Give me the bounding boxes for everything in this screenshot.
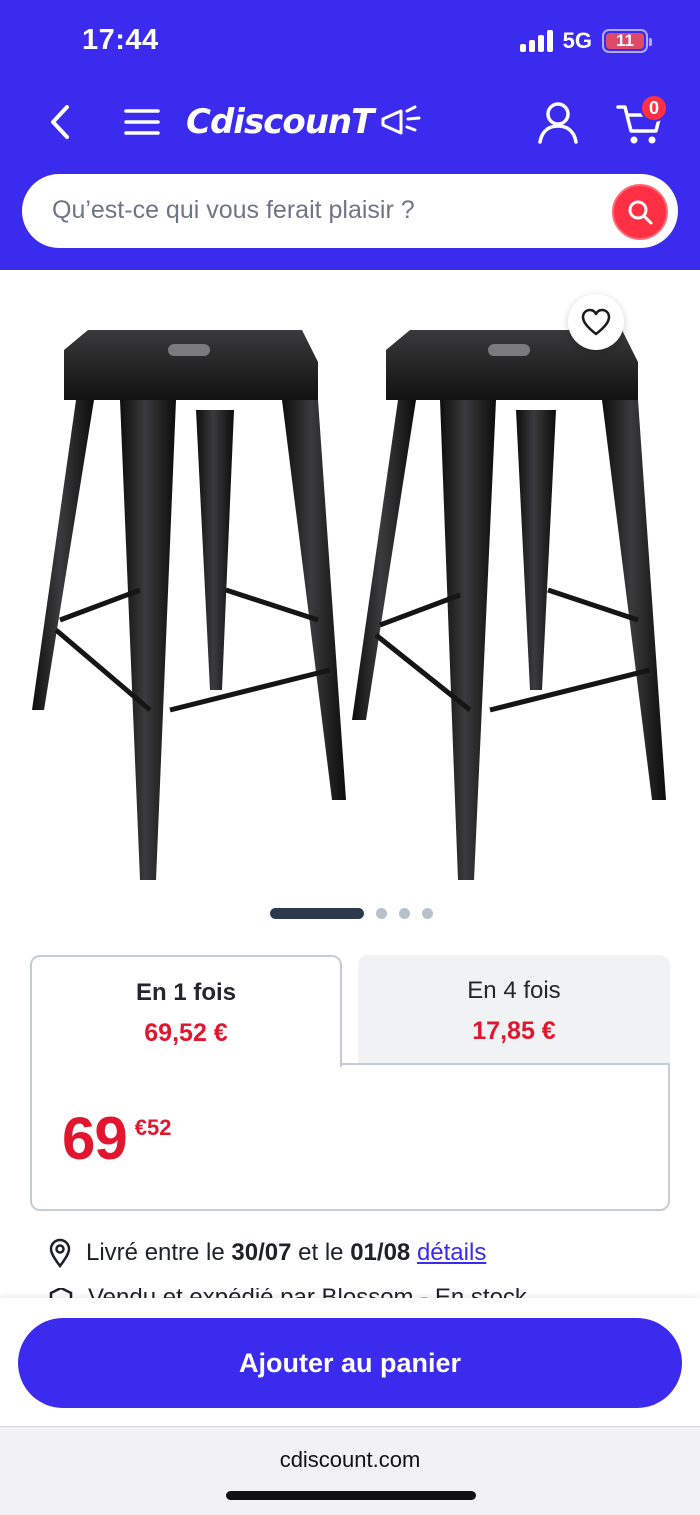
- battery-icon: 11: [602, 29, 652, 53]
- carousel-indicators: [270, 908, 433, 919]
- cart-button[interactable]: 0: [612, 94, 668, 150]
- hamburger-icon: [124, 109, 160, 135]
- delivery-prefix: Livré entre le: [86, 1239, 225, 1266]
- add-to-cart-button[interactable]: Ajouter au panier: [18, 1318, 682, 1408]
- delivery-middle: et le: [298, 1239, 344, 1266]
- megaphone-icon: [381, 105, 421, 135]
- user-icon: [538, 102, 578, 144]
- search-input[interactable]: Qu’est-ce qui vous ferait plaisir ?: [52, 196, 415, 225]
- delivery-info: Livré entre le 30/07 et le 01/08 détails: [48, 1238, 486, 1268]
- carousel-dot[interactable]: [376, 908, 387, 919]
- browser-bar: cdiscount.com: [0, 1426, 700, 1515]
- payment-options: En 1 fois 69,52 € En 4 fois 17,85 € 69 €…: [30, 955, 670, 1211]
- delivery-details-link[interactable]: détails: [417, 1239, 486, 1266]
- signal-icon: [519, 30, 553, 52]
- status-indicators: 5G 11: [519, 28, 652, 54]
- cdiscount-logo[interactable]: CdiscounT: [186, 102, 423, 142]
- delivery-date-to: 01/08: [350, 1239, 411, 1266]
- carousel-dot-active[interactable]: [270, 908, 364, 919]
- chevron-left-icon: [51, 105, 69, 139]
- battery-level: 11: [606, 31, 644, 50]
- tab-title: En 4 fois: [467, 977, 561, 1004]
- carousel-dot[interactable]: [422, 908, 433, 919]
- tab-pay-4-times[interactable]: En 4 fois 17,85 €: [358, 955, 670, 1065]
- nav-bar: CdiscounT 0: [0, 88, 700, 158]
- bottom-action-bar: Ajouter au panier: [0, 1298, 700, 1426]
- tab-title: En 1 fois: [135, 979, 237, 1006]
- bar-stools-image: [32, 330, 666, 880]
- tab-pay-once[interactable]: En 1 fois 69,52 €: [30, 955, 342, 1067]
- favorite-button[interactable]: [568, 294, 624, 350]
- menu-button[interactable]: [118, 100, 166, 144]
- network-label: 5G: [562, 28, 592, 53]
- price-integer: 69: [62, 1105, 128, 1172]
- url-label[interactable]: cdiscount.com: [0, 1447, 700, 1473]
- search-bar[interactable]: Qu’est-ce qui vous ferait plaisir ?: [22, 174, 678, 248]
- home-indicator[interactable]: [226, 1491, 476, 1500]
- cart-count-badge: 0: [640, 94, 668, 122]
- back-button[interactable]: [38, 100, 82, 144]
- search-icon: [628, 200, 653, 225]
- price-decimal: €52: [134, 1115, 172, 1140]
- status-time: 17:44: [82, 24, 159, 56]
- heart-icon: [581, 308, 611, 336]
- tab-price: 69,52 €: [144, 1019, 228, 1047]
- app-header: 17:44 5G 11 CdiscounT 0 Qu’est-ce qui vo…: [0, 0, 700, 270]
- tab-price: 17,85 €: [472, 1017, 556, 1045]
- product-price: 69 €52: [62, 1109, 171, 1169]
- location-pin-icon: [49, 1238, 71, 1268]
- search-button[interactable]: [612, 184, 668, 240]
- product-image[interactable]: [0, 290, 700, 890]
- account-button[interactable]: [532, 96, 584, 148]
- logo-text: CdiscounT: [186, 102, 374, 142]
- delivery-date-from: 30/07: [231, 1239, 292, 1266]
- price-panel: 69 €52: [30, 1063, 670, 1211]
- carousel-dot[interactable]: [399, 908, 410, 919]
